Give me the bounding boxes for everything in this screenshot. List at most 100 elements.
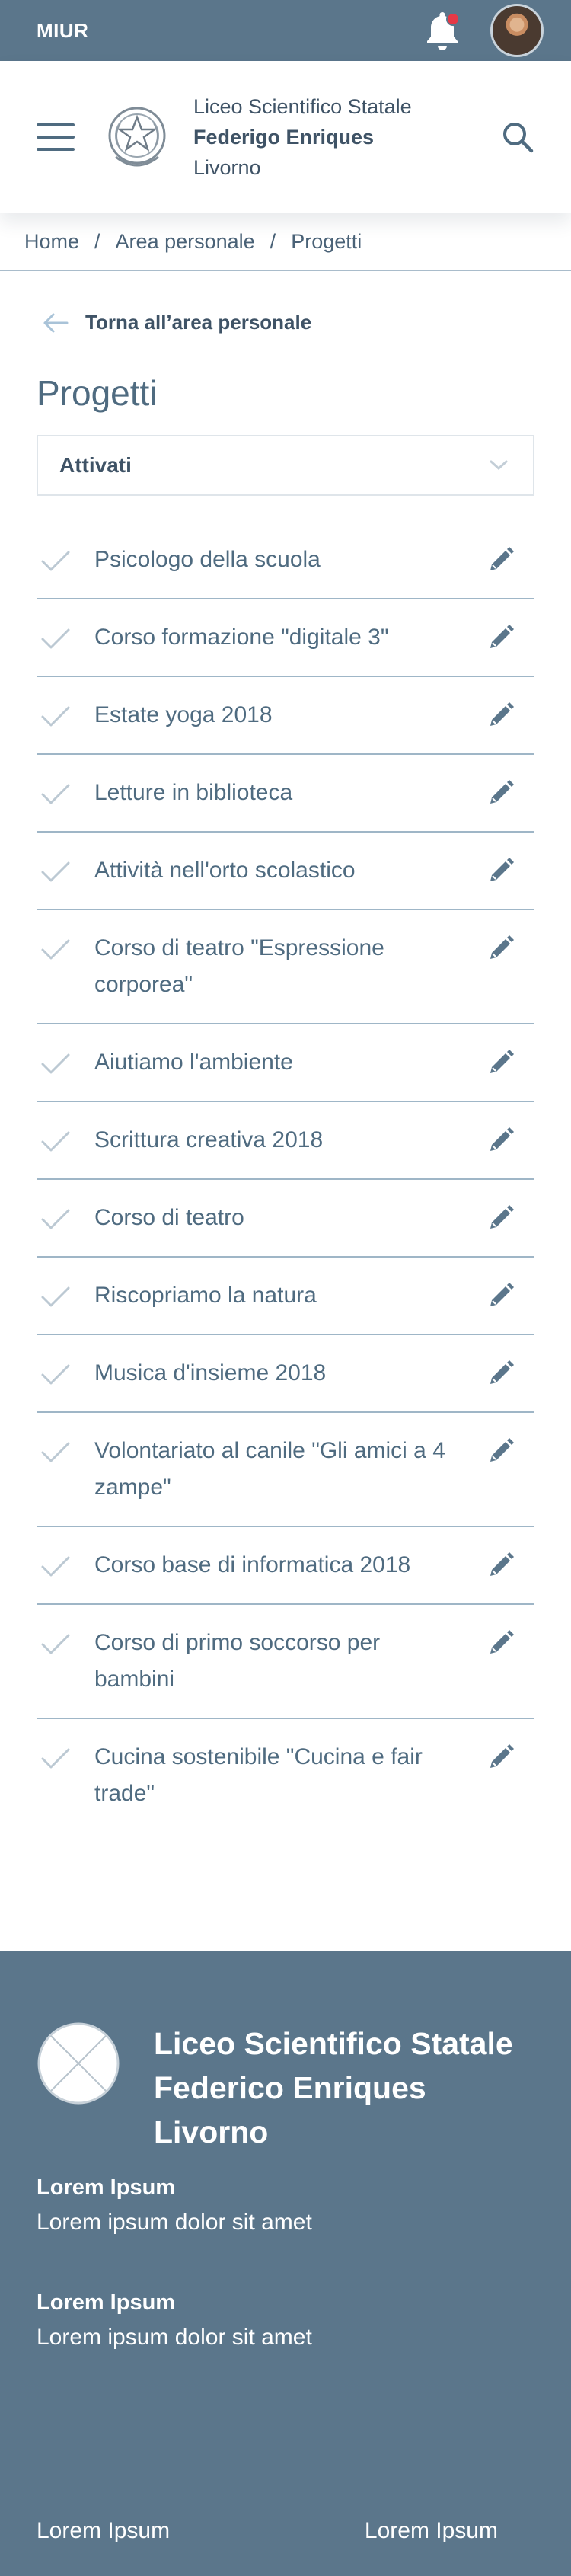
- republic-emblem-icon: [108, 107, 166, 167]
- pencil-icon[interactable]: [486, 1203, 516, 1233]
- project-list-item[interactable]: Corso base di informatica 2018: [37, 1527, 534, 1605]
- project-list-item[interactable]: Letture in biblioteca: [37, 755, 534, 833]
- pencil-icon[interactable]: [486, 622, 516, 653]
- project-list-item[interactable]: Aiutiamo l'ambiente: [37, 1024, 534, 1102]
- logo-placeholder-icon: [37, 2022, 120, 2105]
- pencil-icon[interactable]: [486, 1280, 516, 1311]
- project-title: Letture in biblioteca: [94, 780, 293, 805]
- menu-icon-line: [37, 136, 75, 139]
- pencil-icon[interactable]: [486, 700, 516, 730]
- check-icon: [41, 706, 70, 727]
- check-icon: [41, 1209, 70, 1229]
- notifications-button[interactable]: [423, 9, 461, 52]
- status-filter-select[interactable]: Attivati: [37, 435, 534, 496]
- breadcrumb: Home / Area personale / Progetti: [0, 213, 571, 271]
- check-icon: [41, 1053, 70, 1074]
- project-list-item[interactable]: Corso di teatro: [37, 1180, 534, 1258]
- project-title: Scrittura creativa 2018: [94, 1127, 324, 1152]
- menu-icon-line: [37, 148, 75, 151]
- breadcrumb-area-personale[interactable]: Area personale: [116, 230, 255, 254]
- back-link-label: Torna all’area personale: [85, 311, 312, 334]
- project-list-item[interactable]: Attività nell'orto scolastico: [37, 833, 534, 910]
- project-title: Corso di teatro: [94, 1205, 244, 1230]
- top-bar: MIUR: [0, 0, 571, 61]
- project-title: Musica d'insieme 2018: [94, 1360, 327, 1385]
- project-title: Corso di primo soccorso per bambini: [94, 1630, 381, 1692]
- pencil-icon[interactable]: [486, 1047, 516, 1078]
- check-icon: [41, 1442, 70, 1462]
- breadcrumb-current: Progetti: [291, 229, 362, 253]
- project-list-item[interactable]: Estate yoga 2018: [37, 677, 534, 755]
- school-line1: Liceo Scientifico Statale: [193, 95, 412, 118]
- search-icon[interactable]: [501, 120, 534, 154]
- footer-block-text: Lorem ipsum dolor sit amet: [37, 2325, 312, 2350]
- project-list-item[interactable]: Musica d'insieme 2018: [37, 1335, 534, 1413]
- top-bar-actions: [423, 4, 544, 57]
- pencil-icon[interactable]: [486, 1125, 516, 1155]
- status-filter-value: Attivati: [59, 453, 132, 477]
- check-icon: [41, 628, 70, 649]
- project-title: Aiutiamo l'ambiente: [94, 1050, 293, 1075]
- site-header: Liceo Scientifico Statale Federigo Enriq…: [0, 61, 571, 213]
- footer-block-2: Lorem Ipsum Lorem ipsum dolor sit amet: [0, 2290, 571, 2351]
- project-list: Psicologo della scuola Corso formazione "…: [37, 522, 534, 1832]
- school-line3: Livorno: [193, 156, 261, 179]
- arrow-left-icon: [43, 313, 69, 332]
- pencil-icon[interactable]: [486, 1742, 516, 1772]
- check-icon: [41, 1364, 70, 1385]
- menu-icon-line: [37, 123, 75, 126]
- pencil-icon[interactable]: [486, 545, 516, 575]
- brand-label[interactable]: MIUR: [37, 19, 88, 43]
- project-title: Corso di teatro "Espressione corporea": [94, 935, 384, 997]
- project-list-item[interactable]: Corso di primo soccorso per bambini: [37, 1605, 534, 1719]
- breadcrumb-separator: /: [270, 229, 276, 253]
- pencil-icon[interactable]: [486, 1550, 516, 1580]
- pencil-icon[interactable]: [486, 1436, 516, 1466]
- breadcrumb-separator: /: [94, 229, 100, 253]
- menu-button[interactable]: [37, 123, 75, 151]
- footer-block-heading: Lorem Ipsum: [37, 2290, 176, 2315]
- project-title: Corso base di informatica 2018: [94, 1552, 411, 1577]
- project-list-item[interactable]: Psicologo della scuola: [37, 522, 534, 599]
- school-name: Liceo Scientifico Statale Federigo Enriq…: [193, 91, 501, 183]
- project-title: Corso formazione "digitale 3": [94, 625, 389, 650]
- breadcrumb-home[interactable]: Home: [24, 230, 79, 254]
- project-list-item[interactable]: Cucina sostenibile "Cucina e fair trade": [37, 1719, 534, 1832]
- footer-block-heading: Lorem Ipsum: [37, 2175, 176, 2200]
- project-title: Cucina sostenibile "Cucina e fair trade": [94, 1744, 423, 1806]
- footer-block-text: Lorem ipsum dolor sit amet: [37, 2210, 312, 2235]
- footer-link-right[interactable]: Lorem Ipsum: [365, 2518, 498, 2544]
- pencil-icon[interactable]: [486, 778, 516, 808]
- footer-title-line3: Livorno: [154, 2114, 269, 2149]
- chevron-down-icon: [490, 460, 508, 471]
- project-list-item[interactable]: Corso di teatro "Espressione corporea": [37, 910, 534, 1024]
- back-link[interactable]: Torna all’area personale: [43, 311, 311, 334]
- project-title: Psicologo della scuola: [94, 547, 321, 572]
- check-icon: [41, 1556, 70, 1577]
- check-icon: [41, 784, 70, 804]
- check-icon: [41, 1634, 70, 1654]
- pencil-icon[interactable]: [486, 855, 516, 886]
- footer-links: Lorem Ipsum Lorem Ipsum: [37, 2518, 498, 2544]
- project-title: Estate yoga 2018: [94, 702, 273, 727]
- project-title: Attività nell'orto scolastico: [94, 858, 356, 883]
- footer-title-line1: Liceo Scientifico Statale: [154, 2026, 513, 2061]
- check-icon: [41, 939, 70, 960]
- footer-link-left[interactable]: Lorem Ipsum: [37, 2518, 170, 2544]
- pencil-icon[interactable]: [486, 1358, 516, 1389]
- check-icon: [41, 1748, 70, 1769]
- notification-badge: [446, 12, 460, 26]
- project-title: Riscopriamo la natura: [94, 1283, 317, 1308]
- project-list-item[interactable]: Scrittura creativa 2018: [37, 1102, 534, 1180]
- page-title: Progetti: [37, 373, 158, 413]
- project-list-item[interactable]: Volontariato al canile "Gli amici a 4 za…: [37, 1413, 534, 1527]
- avatar[interactable]: [490, 4, 544, 57]
- pencil-icon[interactable]: [486, 1628, 516, 1658]
- footer-school-name: Liceo Scientifico Statale Federico Enriq…: [154, 2021, 513, 2154]
- project-list-item[interactable]: Corso formazione "digitale 3": [37, 599, 534, 677]
- footer-brand: Liceo Scientifico Statale Federico Enriq…: [0, 1951, 571, 2154]
- pencil-icon[interactable]: [486, 933, 516, 964]
- check-icon: [41, 551, 70, 571]
- site-footer: Liceo Scientifico Statale Federico Enriq…: [0, 1951, 571, 2576]
- project-list-item[interactable]: Riscopriamo la natura: [37, 1258, 534, 1335]
